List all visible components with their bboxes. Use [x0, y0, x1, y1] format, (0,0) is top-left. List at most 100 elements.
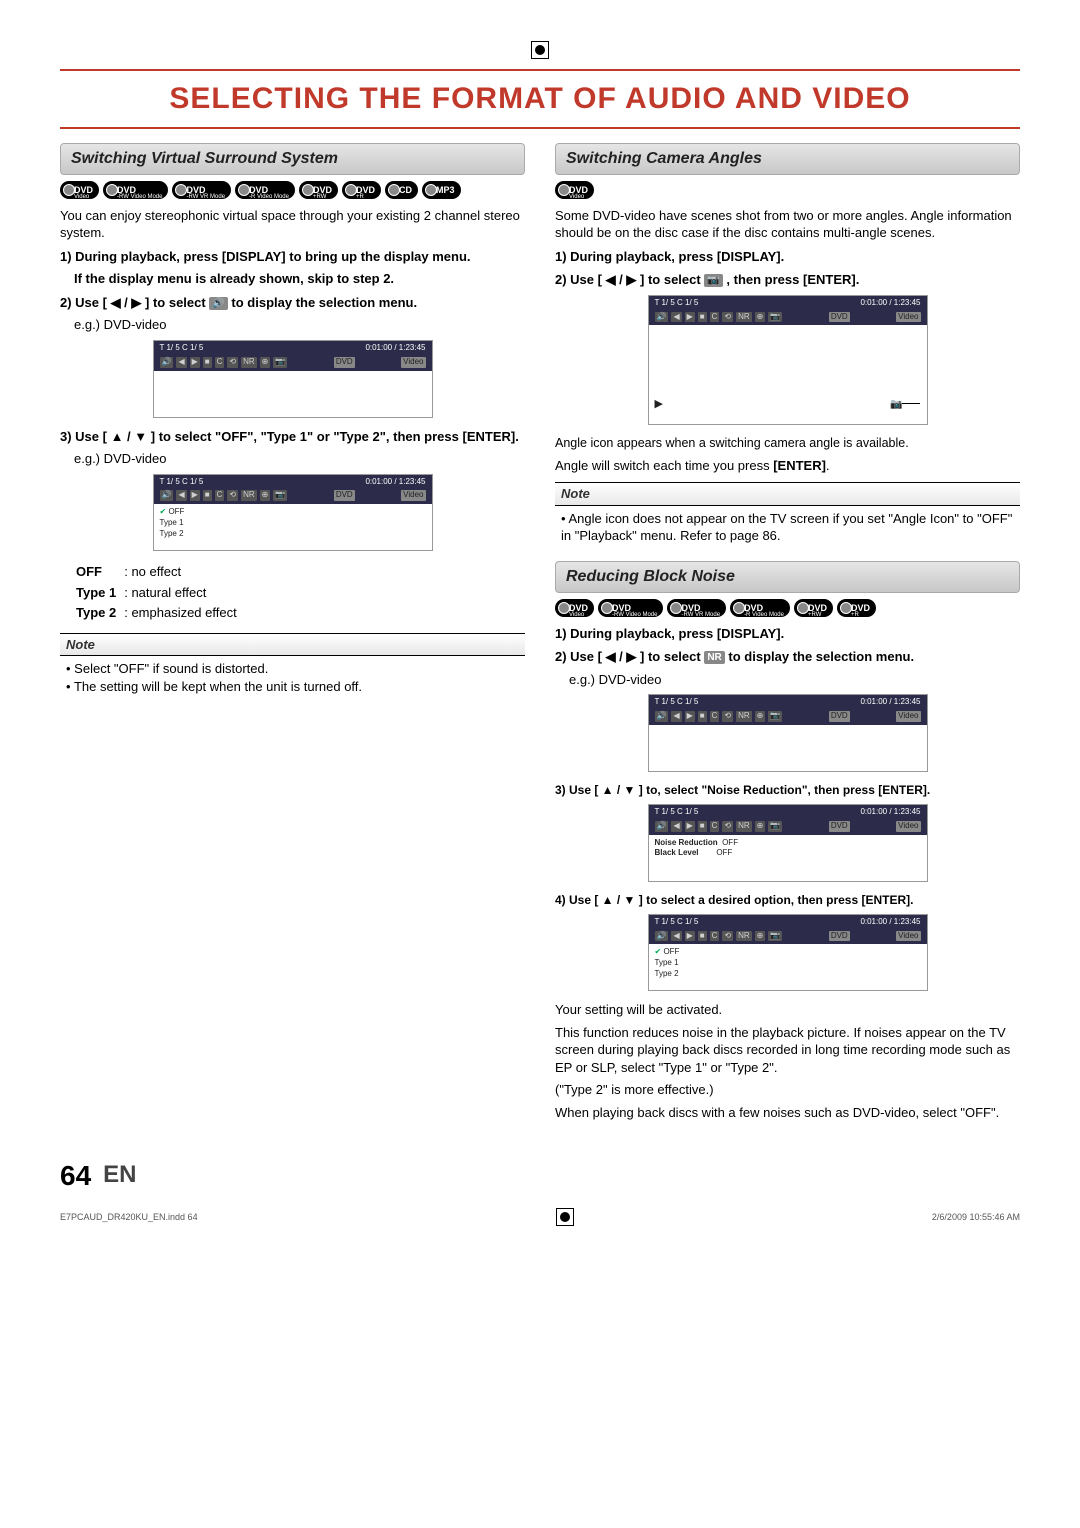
play-icon: ▶ [655, 397, 663, 412]
page-number: 64 [60, 1157, 91, 1195]
osd-top-right: 0:01:00 / 1:23:45 [365, 477, 425, 488]
opt-val: : natural effect [124, 584, 243, 603]
osd-badge-dvd: DVD [334, 490, 355, 501]
step-2-head: 2) Use [ ◀ / ▶ ] to select [555, 272, 701, 287]
format-badge: DVD+R [837, 599, 876, 617]
osd-display-angle: T 1/ 5 C 1/ 50:01:00 / 1:23:45 🔊◀▶■C⟲NR⊕… [648, 295, 928, 425]
format-badge: DVD-R Video Mode [235, 181, 295, 199]
nr-val: OFF [722, 838, 738, 847]
osd-top-right: 0:01:00 / 1:23:45 [860, 807, 920, 818]
format-badge: DVDVideo [60, 181, 99, 199]
osd-badge-video: Video [401, 357, 425, 368]
step-4: 4) Use [ ▲ / ▼ ] to select a desired opt… [555, 892, 1020, 908]
tail-text: This function reduces noise in the playb… [555, 1024, 1020, 1077]
format-badge: DVD-RW Video Mode [598, 599, 663, 617]
format-badge: DVDVideo [555, 181, 594, 199]
txt: . [826, 458, 830, 473]
osd-display-nr-2: T 1/ 5 C 1/ 50:01:00 / 1:23:45 🔊◀▶■C⟲NR⊕… [648, 804, 928, 882]
page-footer: 64 EN [60, 1157, 1020, 1195]
printer-date: 2/6/2009 10:55:46 AM [932, 1211, 1020, 1223]
section-header-noise: Reducing Block Noise [555, 561, 1020, 593]
table-row: Type 2: emphasized effect [76, 604, 243, 623]
step-3: 3) Use [ ▲ / ▼ ] to, select "Noise Reduc… [555, 782, 1020, 798]
osd-display-2: T 1/ 5 C 1/ 50:01:00 / 1:23:45 🔊◀▶■C⟲NR⊕… [153, 474, 433, 552]
osd-display-1: T 1/ 5 C 1/ 50:01:00 / 1:23:45 🔊◀▶■C⟲NR⊕… [153, 340, 433, 418]
angle-info-1: Angle icon appears when a switching came… [555, 435, 1020, 452]
opt-key: Type 2 [76, 604, 122, 623]
osd-badge-video: Video [896, 821, 920, 832]
enter-key: [ENTER] [773, 458, 826, 473]
osd-badge-video: Video [401, 490, 425, 501]
example-label: e.g.) DVD-video [569, 671, 1020, 689]
opt-val: : emphasized effect [124, 604, 243, 623]
osd-top-left: T 1/ 5 C 1/ 5 [655, 697, 699, 708]
format-badge: DVD+RW [794, 599, 833, 617]
note-item: Angle icon does not appear on the TV scr… [561, 510, 1014, 545]
osd-display-nr-3: T 1/ 5 C 1/ 50:01:00 / 1:23:45 🔊◀▶■C⟲NR⊕… [648, 914, 928, 992]
section-header-angles: Switching Camera Angles [555, 143, 1020, 175]
step-2-tail: to display the selection menu. [728, 649, 914, 664]
step-2-head: 2) Use [ ◀ / ▶ ] to select [555, 649, 701, 664]
bl-label: Black Level [655, 848, 699, 857]
osd-option-type1: Type 1 [160, 518, 426, 529]
example-label: e.g.) DVD-video [74, 316, 525, 334]
note-header: Note [555, 482, 1020, 506]
note-list: Select "OFF" if sound is distorted. The … [60, 656, 525, 699]
printer-file: E7PCAUD_DR420KU_EN.indd 64 [60, 1211, 198, 1223]
osd-badge-dvd: DVD [829, 312, 850, 323]
osd-badge-dvd: DVD [829, 711, 850, 722]
format-badge: DVDVideo [555, 599, 594, 617]
opt-val: : no effect [124, 563, 243, 582]
format-badge: CD [385, 181, 418, 199]
tail-text: Your setting will be activated. [555, 1001, 1020, 1019]
step-1: 1) During playback, press [DISPLAY] to b… [60, 248, 525, 266]
tail-text: ("Type 2" is more effective.) [555, 1081, 1020, 1099]
osd-option-type1: Type 1 [655, 958, 921, 969]
content-columns: Switching Virtual Surround System DVDVid… [60, 143, 1020, 1127]
note-list: Angle icon does not appear on the TV scr… [555, 506, 1020, 549]
angle-callout-icon: 📷 [890, 398, 902, 412]
osd-badge-dvd: DVD [829, 931, 850, 942]
step-3: 3) Use [ ▲ / ▼ ] to select "OFF", "Type … [60, 428, 525, 446]
osd-top-left: T 1/ 5 C 1/ 5 [655, 917, 699, 928]
step-2: 2) Use [ ◀ / ▶ ] to select NR to display… [555, 648, 1020, 666]
page-title: SELECTING THE FORMAT OF AUDIO AND VIDEO [60, 69, 1020, 130]
format-badge: DVD+RW [299, 181, 338, 199]
page-language: EN [103, 1159, 136, 1191]
crop-mark-bottom [556, 1208, 574, 1226]
format-badge: DVD-RW VR Mode [172, 181, 231, 199]
osd-top-right: 0:01:00 / 1:23:45 [365, 343, 425, 354]
format-badge: DVD-RW VR Mode [667, 599, 726, 617]
step-1: 1) During playback, press [DISPLAY]. [555, 625, 1020, 643]
left-column: Switching Virtual Surround System DVDVid… [60, 143, 525, 1127]
format-badges-angles: DVDVideo [555, 181, 1020, 199]
format-badge: DVD+R [342, 181, 381, 199]
osd-top-right: 0:01:00 / 1:23:45 [860, 298, 920, 309]
options-table: OFF: no effect Type 1: natural effect Ty… [74, 561, 245, 625]
example-label-2: e.g.) DVD-video [74, 450, 525, 468]
tail-text: When playing back discs with a few noise… [555, 1104, 1020, 1122]
step-2-tail: , then press [ENTER]. [726, 272, 859, 287]
osd-top-right: 0:01:00 / 1:23:45 [860, 917, 920, 928]
angle-info-2: Angle will switch each time you press [E… [555, 457, 1020, 475]
crop-mark-top [60, 40, 1020, 59]
printer-footer: E7PCAUD_DR420KU_EN.indd 64 2/6/2009 10:5… [60, 1208, 1020, 1226]
surround-icon: 🔊 [209, 297, 227, 310]
nr-label: Noise Reduction [655, 838, 718, 847]
opt-key: OFF [76, 563, 122, 582]
step-1-note: If the display menu is already shown, sk… [74, 270, 525, 288]
note-item: Select "OFF" if sound is distorted. [66, 660, 519, 678]
format-badge: DVD-RW Video Mode [103, 181, 168, 199]
format-badge: MP3 [422, 181, 461, 199]
table-row: Type 1: natural effect [76, 584, 243, 603]
intro-text: Some DVD-video have scenes shot from two… [555, 207, 1020, 242]
nr-icon: NR [704, 651, 724, 664]
table-row: OFF: no effect [76, 563, 243, 582]
step-2: 2) Use [ ◀ / ▶ ] to select 📷 , then pres… [555, 271, 1020, 289]
format-badges-surround: DVDVideo DVD-RW Video Mode DVD-RW VR Mod… [60, 181, 525, 199]
osd-badge-video: Video [896, 711, 920, 722]
note-item: The setting will be kept when the unit i… [66, 678, 519, 696]
bl-val: OFF [716, 848, 732, 857]
osd-top-right: 0:01:00 / 1:23:45 [860, 697, 920, 708]
intro-text: You can enjoy stereophonic virtual space… [60, 207, 525, 242]
